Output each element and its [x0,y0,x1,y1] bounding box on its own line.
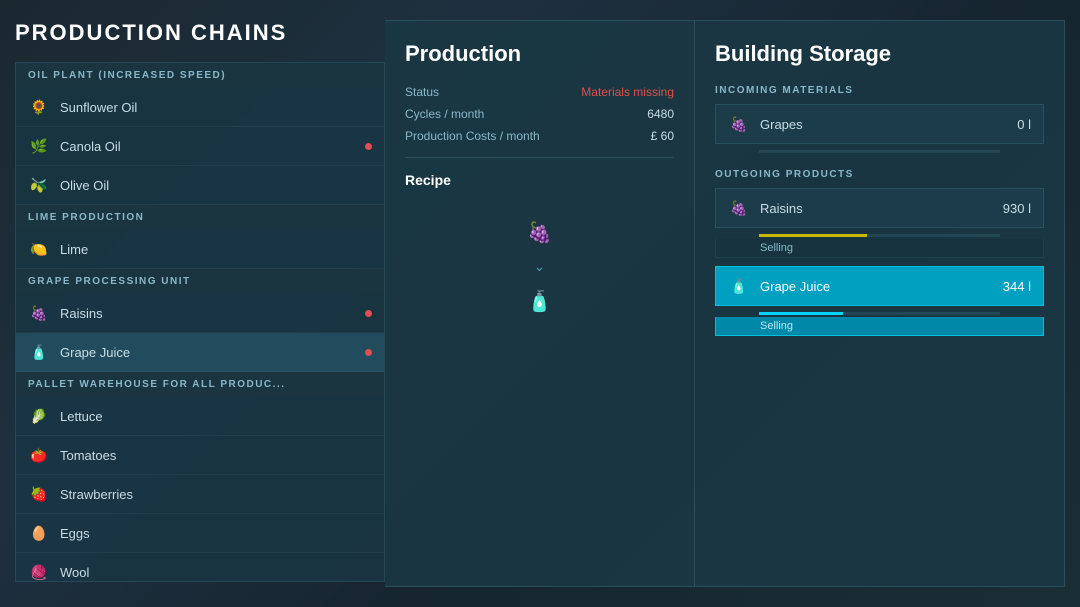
sidebar-item-sunflower-oil[interactable]: 🌻 Sunflower Oil [16,88,384,127]
raisins-icon: 🍇 [28,302,50,324]
sidebar-item-olive-oil[interactable]: 🫒 Olive Oil [16,166,384,205]
sidebar-item-strawberries[interactable]: 🍓 Strawberries [16,475,384,514]
grapes-in-storage-amount: 0 l [1017,117,1031,132]
lettuce-label: Lettuce [60,409,103,424]
grapes-in-progress-container [759,150,1000,153]
production-field-row: Cycles / month 6480 [405,107,674,121]
production-field-value: 6480 [647,107,674,121]
production-field-value: £ 60 [651,129,674,143]
canola-oil-alert-dot [365,143,372,150]
left-panel: Production Chains Oil Plant (Increased S… [15,20,385,587]
wool-label: Wool [60,565,89,580]
production-field-row: Production Costs / month £ 60 [405,129,674,143]
canola-oil-label: Canola Oil [60,139,121,154]
strawberries-label: Strawberries [60,487,133,502]
raisins-out-selling-label: Selling [760,242,793,254]
middle-panel: Production Status Materials missing Cycles… [385,20,695,587]
sidebar-item-wool[interactable]: 🧶 Wool [16,553,384,582]
sidebar-item-raisins[interactable]: 🍇 Raisins [16,294,384,333]
production-field-value: Materials missing [581,85,674,99]
grape-juice-out-selling-row: Selling [715,317,1044,336]
storage-item-wrapper-raisins-out: 🍇 Raisins930 l Selling [715,188,1044,258]
sidebar-item-lettuce[interactable]: 🥬 Lettuce [16,397,384,436]
raisins-out-progress-bar [759,234,867,237]
raisins-out-storage-name: Raisins [760,201,1003,216]
sidebar: Oil Plant (Increased Speed) 🌻 Sunflower Oi… [15,62,385,582]
sunflower-oil-label: Sunflower Oil [60,100,137,115]
grape-juice-out-storage-name: Grape Juice [760,279,1003,294]
strawberries-icon: 🍓 [28,483,50,505]
eggs-icon: 🥚 [28,522,50,544]
recipe-title: Recipe [405,172,674,188]
tomatoes-icon: 🍅 [28,444,50,466]
lime-label: Lime [60,242,88,257]
sidebar-section-header: Lime Production [16,205,384,230]
sidebar-item-lime[interactable]: 🍋 Lime [16,230,384,269]
recipe-input-icon: 🍇 [522,214,558,250]
incoming-header: Incoming Materials [715,85,1044,96]
wool-icon: 🧶 [28,561,50,582]
raisins-out-storage-amount: 930 l [1003,201,1031,216]
grape-juice-out-progress-container [759,312,1000,315]
raisins-alert-dot [365,310,372,317]
production-field-label: Cycles / month [405,107,484,121]
storage-item-wrapper-grapes-in: 🍇 Grapes0 l [715,104,1044,153]
sidebar-item-eggs[interactable]: 🥚 Eggs [16,514,384,553]
production-title: Production [405,41,674,67]
tomatoes-label: Tomatoes [60,448,116,463]
sidebar-item-tomatoes[interactable]: 🍅 Tomatoes [16,436,384,475]
grape-juice-out-storage-icon: 🧴 [728,275,750,297]
sidebar-item-grape-juice[interactable]: 🧴 Grape Juice [16,333,384,372]
outgoing-header: Outgoing Products [715,169,1044,180]
canola-oil-icon: 🌿 [28,135,50,157]
building-storage-title: Building Storage [715,41,1044,67]
page-title: Production Chains [15,20,385,46]
right-panel: Building Storage Incoming Materials 🍇 Gra… [695,20,1065,587]
grapes-in-storage-name: Grapes [760,117,1017,132]
recipe-arrow-icon: ⌄ [534,258,546,275]
storage-item-raisins-out[interactable]: 🍇 Raisins930 l [715,188,1044,228]
eggs-label: Eggs [60,526,90,541]
grape-juice-out-selling-label: Selling [760,320,793,332]
raisins-out-selling-row: Selling [715,239,1044,258]
sidebar-item-canola-oil[interactable]: 🌿 Canola Oil [16,127,384,166]
raisins-out-storage-icon: 🍇 [728,197,750,219]
production-field-row: Status Materials missing [405,85,674,99]
recipe-area: 🍇 ⌄ 🧴 [405,204,674,329]
grape-juice-out-progress-bar [759,312,843,315]
grape-juice-icon: 🧴 [28,341,50,363]
olive-oil-icon: 🫒 [28,174,50,196]
sidebar-section-header: Pallet Warehouse for all Produc... [16,372,384,397]
raisins-label: Raisins [60,306,103,321]
grape-juice-out-storage-amount: 344 l [1003,279,1031,294]
storage-item-wrapper-grape-juice-out: 🧴 Grape Juice344 l Selling [715,266,1044,336]
storage-item-grape-juice-out[interactable]: 🧴 Grape Juice344 l [715,266,1044,306]
lime-icon: 🍋 [28,238,50,260]
olive-oil-label: Olive Oil [60,178,109,193]
sidebar-section-header: Grape Processing Unit [16,269,384,294]
grapes-in-storage-icon: 🍇 [728,113,750,135]
grape-juice-alert-dot [365,349,372,356]
production-field-label: Production Costs / month [405,129,540,143]
raisins-out-progress-container [759,234,1000,237]
sidebar-section-header: Oil Plant (Increased Speed) [16,63,384,88]
grape-juice-label: Grape Juice [60,345,130,360]
storage-item-grapes-in[interactable]: 🍇 Grapes0 l [715,104,1044,144]
production-field-label: Status [405,85,439,99]
sunflower-oil-icon: 🌻 [28,96,50,118]
lettuce-icon: 🥬 [28,405,50,427]
recipe-output-icon: 🧴 [522,283,558,319]
